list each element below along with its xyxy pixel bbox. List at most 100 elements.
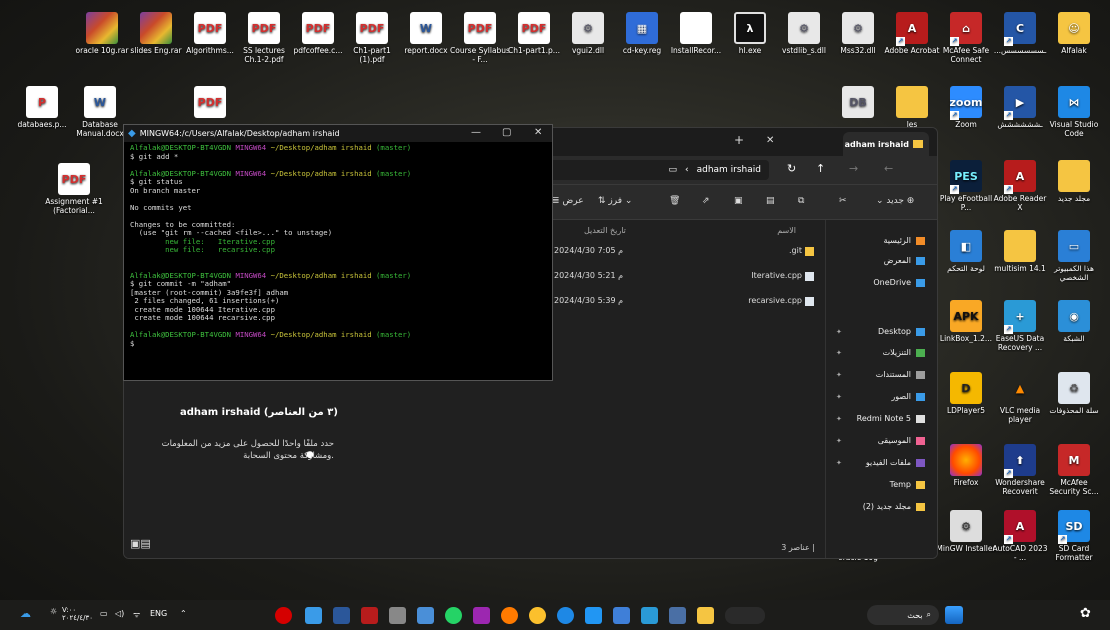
desktop-icon[interactable]: M McAfee Security Sc... [1044,444,1104,496]
nav-item[interactable]: مجلد جديد (2) [863,502,925,511]
close-button[interactable]: ✕ [534,127,542,138]
desktop-icon[interactable]: λ hl.exe [720,12,780,55]
settings-taskbar-icon[interactable] [389,607,406,624]
desktop-icon[interactable]: PDF Ch1-part1.p... [504,12,564,55]
desktop-icon[interactable]: PDF Algorithms... [180,12,240,55]
nav-item[interactable]: الموسيقى [878,436,925,445]
desktop-icon[interactable]: W Database Manual.docx [70,86,130,138]
desktop-icon[interactable]: ◉ الشبكة [1044,300,1104,343]
nav-item[interactable]: Temp [890,480,925,489]
battery-icon[interactable]: ▭ [100,609,108,618]
tab-adham-irshaid[interactable]: adham irshaid [843,132,929,156]
up-arrow-icon[interactable]: ↑ [816,162,825,175]
desktop-icon[interactable]: SDSD Card Formatter [1044,510,1104,562]
desktop-icon[interactable]: ▶ـشششششش [990,86,1050,129]
widgets-icon[interactable]: ☁ [20,607,31,620]
desktop-icon[interactable]: C...ـسسسسسس [990,12,1050,55]
rename-icon[interactable]: ▣ [734,196,743,206]
nav-item[interactable]: الصور [891,392,925,401]
desktop-icon[interactable]: AAutoCAD 2023 - ... [990,510,1050,562]
opera-icon[interactable] [275,607,292,624]
volume-icon[interactable]: ◁) [115,609,124,618]
app-taskbar-icon-3[interactable] [641,607,658,624]
view-toggle-icons[interactable]: ▣▤ [130,537,151,550]
edge-icon[interactable] [557,607,574,624]
desktop-icon[interactable]: AAdobe Acrobat [882,12,942,55]
git-bash-taskbar-icon[interactable] [305,607,322,624]
back-arrow-icon[interactable]: ← [884,162,893,175]
desktop-icon[interactable]: مجلد جديد [1044,160,1104,203]
share-icon[interactable]: ⇗ [702,196,710,206]
desktop-icon[interactable]: ▭ هذا الكمبيوتر الشخصي [1044,230,1104,282]
desktop-icon[interactable]: APK LinkBox_1.2... [936,300,996,343]
desktop-icon[interactable]: ⋈ Visual Studio Code [1044,86,1104,138]
nav-item[interactable]: المستندات [876,370,925,379]
copy-icon[interactable]: ⧉ [798,196,804,206]
desktop-icon[interactable]: PDF pdfcoffee.c... [288,12,348,55]
desktop-icon[interactable]: PDF Ch1-part1 (1).pdf [342,12,402,64]
firefox-taskbar-icon[interactable] [501,607,518,624]
desktop-icon[interactable]: Wreport.docx [396,12,456,55]
desktop-icon[interactable]: PDF SS lectures Ch.1-2.pdf [234,12,294,64]
new-tab-button[interactable]: + [734,133,744,147]
taskbar-thumbnail[interactable] [725,607,765,624]
language-indicator[interactable]: ENG [150,609,167,618]
app-taskbar-icon-1[interactable] [417,607,434,624]
nav-item[interactable]: المعرض [884,256,925,265]
desktop-icon[interactable]: Pdatabaes.p... [12,86,72,129]
new-button[interactable]: ⌄ جديد ⊕ [876,196,914,206]
app-taskbar-icon-2[interactable] [473,607,490,624]
desktop-icon[interactable]: PDF Assignment #1 (Factorial... [44,163,104,215]
desktop-icon[interactable]: PDF Course Syllabus - F... [450,12,510,64]
desktop-icon[interactable]: D LDPlayer5 [936,372,996,415]
chevron-up-icon[interactable]: ⌃ [180,609,187,618]
file-explorer-taskbar-icon[interactable] [697,607,714,624]
desktop-icon[interactable]: +EaseUS Data Recovery ... [990,300,1050,352]
desktop-icon[interactable]: multisim 14.1 [990,230,1050,273]
weather-icon[interactable]: ☼ [50,607,57,616]
desktop-icon[interactable]: ⬆Wondershare Recoverit [990,444,1050,496]
nav-item[interactable]: التنزيلات [883,348,925,357]
desktop-icon[interactable]: slides Eng.rar [126,12,186,55]
address-field[interactable]: ▭ ‹ adham irshaid [549,160,769,180]
search-box[interactable]: بحث ⌕ [867,605,939,625]
desktop-icon[interactable]: ▲ VLC media player [990,372,1050,425]
store-icon[interactable] [585,607,602,624]
nav-item[interactable]: Desktop [878,327,925,336]
desktop-icon[interactable]: PDF [180,86,240,120]
cut-icon[interactable]: ✂ [839,196,847,206]
git-bash-terminal[interactable]: ◆ MINGW64:/c/Users/Alfalak/Desktop/adham… [123,124,553,381]
file-row[interactable]: recarsive.cpp 2024/4/30 م 5:39 [544,292,826,312]
desktop-icon[interactable]: oracle 10g.rar [72,12,132,55]
desktop-icon[interactable]: ☺ Alfalak [1044,12,1104,55]
desktop-icon[interactable]: Firefox [936,444,996,487]
notifications-icon[interactable]: ✿ [1080,606,1091,621]
paste-icon[interactable]: ▤ [766,196,775,206]
sort-button[interactable]: ⇅ فرز ⌄ [598,196,632,206]
nav-item[interactable]: OneDrive [873,278,925,287]
desktop-icon[interactable]: zoomZoom [936,86,996,129]
app-taskbar-icon-4[interactable] [669,607,686,624]
chrome-taskbar-icon[interactable] [529,607,546,624]
maximize-button[interactable]: ▢ [502,127,511,138]
delete-icon[interactable]: 🗑 [669,196,680,206]
column-date[interactable]: تاريخ التعديل [584,226,626,235]
acrobat-taskbar-icon[interactable] [361,607,378,624]
clock[interactable]: V:٠٠ ٢٠٢٤/٤/٣٠ [62,606,93,622]
desktop-icon[interactable]: DB [828,86,888,120]
desktop-icon[interactable]: ♻ سلة المحذوفات [1044,372,1104,415]
calendar-icon[interactable] [613,607,630,624]
refresh-icon[interactable]: ↻ [787,162,796,175]
nav-item[interactable]: ملفات الفيديو [866,458,925,467]
nav-item[interactable]: الرئيسية [883,236,925,245]
forward-arrow-icon[interactable]: → [849,162,858,175]
desktop-icon[interactable]: PESPlay eFootball P... [936,160,996,212]
view-button[interactable]: ≣ عرض [552,196,584,206]
desktop-icon[interactable]: InstallRecor... [666,12,726,55]
nav-item[interactable]: Redmi Note 5 [857,414,925,423]
desktop-icon[interactable]: AAdobe Reader X [990,160,1050,212]
close-tab-icon[interactable]: ✕ [766,135,774,146]
word-taskbar-icon[interactable] [333,607,350,624]
column-name[interactable]: الاسم [777,226,796,235]
desktop-icon[interactable]: ⚙ Mss32.dll [828,12,888,55]
